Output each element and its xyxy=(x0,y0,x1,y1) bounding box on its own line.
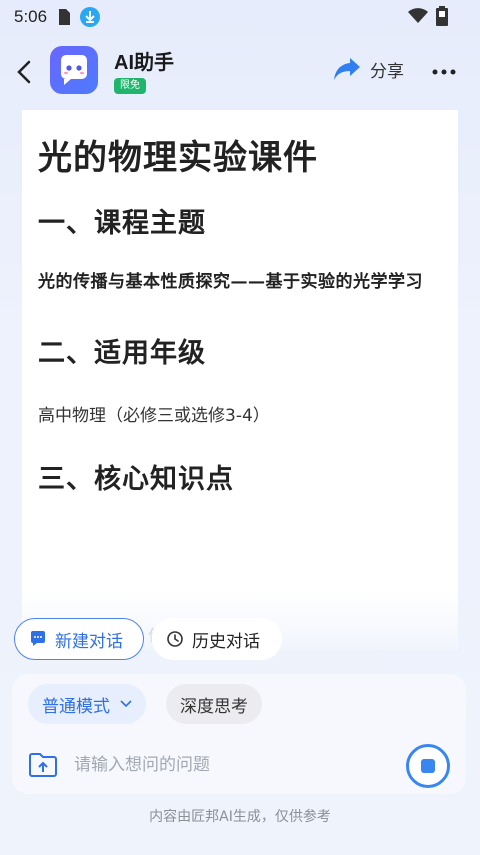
disclaimer: 内容由匠邦AI生成，仅供参考 xyxy=(149,809,331,825)
section-heading: 三、核心知识点 xyxy=(38,464,234,495)
history-button[interactable]: 历史对话 xyxy=(152,618,282,660)
download-icon xyxy=(79,6,101,28)
status-bar: 5:06 xyxy=(0,0,480,34)
deep-think-toggle[interactable]: 深度思考 xyxy=(166,684,262,724)
upload-button[interactable] xyxy=(28,750,58,780)
status-right xyxy=(408,6,448,31)
back-button[interactable] xyxy=(10,54,38,90)
history-label: 历史对话 xyxy=(192,631,260,652)
chevron-down-icon xyxy=(120,700,132,708)
mode-deep-label: 深度思考 xyxy=(180,696,248,717)
more-dots-icon xyxy=(432,69,456,75)
stop-icon xyxy=(421,759,435,773)
share-label: 分享 xyxy=(370,61,404,82)
section-heading: 一、课程主题 xyxy=(38,208,206,239)
sim-card-icon xyxy=(57,8,71,26)
stop-generation-button[interactable] xyxy=(406,744,450,788)
mode-normal-select[interactable]: 普通模式 xyxy=(28,684,146,724)
more-button[interactable] xyxy=(432,62,456,82)
status-time: 5:06 xyxy=(14,7,48,26)
app-avatar[interactable] xyxy=(50,46,98,94)
share-button[interactable]: 分享 xyxy=(332,56,404,82)
section-heading: 二、适用年级 xyxy=(38,338,206,369)
new-chat-label: 新建对话 xyxy=(55,631,123,652)
mode-normal-label: 普通模式 xyxy=(42,696,110,717)
document-title: 光的物理实验课件 xyxy=(38,138,318,178)
document-card[interactable]: 光的物理实验课件 一、课程主题 光的传播与基本性质探究——基于实验的光学学习 二… xyxy=(22,110,458,650)
chat-input[interactable] xyxy=(74,750,374,780)
input-panel: 普通模式 深度思考 xyxy=(12,674,466,794)
share-arrow-icon xyxy=(334,58,360,80)
battery-icon xyxy=(436,6,448,31)
folder-upload-icon xyxy=(29,753,57,777)
free-badge: 限免 xyxy=(114,78,146,94)
chat-bot-icon xyxy=(61,55,87,85)
section-text: 光的传播与基本性质探究——基于实验的光学学习 xyxy=(38,272,423,292)
app-name: AI助手 xyxy=(114,52,174,74)
chat-header: AI助手 限免 分享 xyxy=(0,40,480,104)
section-text: 高中物理（必修三或选修3-4） xyxy=(38,406,270,426)
wifi-icon xyxy=(408,8,428,29)
chevron-left-icon xyxy=(17,60,31,84)
clock-icon xyxy=(167,631,183,647)
chat-bubble-icon xyxy=(31,631,45,646)
new-chat-button[interactable]: 新建对话 xyxy=(14,618,144,660)
